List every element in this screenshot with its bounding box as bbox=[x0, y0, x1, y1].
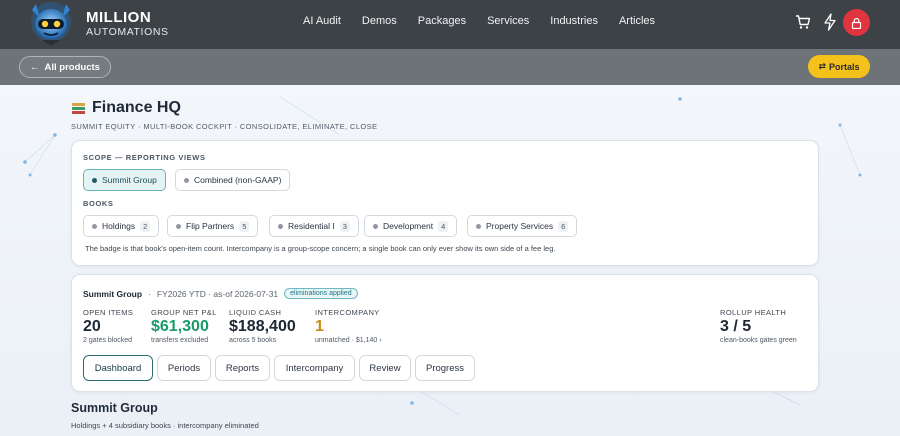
book-dot-icon bbox=[373, 223, 378, 229]
nav-link-demos[interactable]: Demos bbox=[362, 15, 397, 27]
nav-link-ai-audit[interactable]: AI Audit bbox=[303, 15, 341, 27]
top-navbar: MILLION AUTOMATIONS AI Audit Demos Packa… bbox=[0, 0, 900, 49]
lock-button[interactable] bbox=[843, 9, 870, 36]
book-count-badge: 2 bbox=[140, 220, 151, 232]
book-count-badge: 6 bbox=[558, 220, 569, 232]
section-subtitle: Holdings + 4 subsidiary books · intercom… bbox=[71, 421, 259, 430]
tab-intercompany[interactable]: Intercompany bbox=[274, 355, 355, 381]
section-title: Summit Group bbox=[71, 401, 158, 415]
kpi-rollup-health: ROLLUP HEALTH 3 / 5 clean-books gates gr… bbox=[720, 308, 797, 344]
page-title-text: Finance HQ bbox=[92, 99, 181, 116]
summary-period: FY2026 YTD · as-of 2026-07-31 bbox=[156, 288, 279, 299]
summary-header: Summit Group · FY2026 YTD · as-of 2026-0… bbox=[83, 288, 358, 299]
kpi-label: ROLLUP HEALTH bbox=[720, 308, 787, 317]
book-dot-icon bbox=[92, 223, 97, 229]
eliminations-badge: eliminations applied bbox=[284, 288, 358, 299]
swap-arrows-icon: ⇄ bbox=[818, 61, 827, 71]
kpi-label: INTERCOMPANY bbox=[315, 308, 380, 317]
scope-note: The badge is that book's open-item count… bbox=[85, 244, 556, 253]
cart-icon[interactable] bbox=[795, 14, 811, 30]
book-dot-icon bbox=[476, 223, 481, 229]
kpi-open-items: OPEN ITEMS 20 2 gates blocked bbox=[83, 308, 133, 344]
book-label: Holdings bbox=[102, 221, 136, 231]
tab-periods[interactable]: Periods bbox=[157, 355, 211, 381]
kpi-value: 1 bbox=[315, 318, 324, 335]
page-content: Finance HQ SUMMIT EQUITY · MULTI-BOOK CO… bbox=[0, 85, 900, 436]
kpi-value: 20 bbox=[83, 318, 101, 335]
kpi-label: LIQUID CASH bbox=[229, 308, 282, 317]
view-label: Summit Group bbox=[102, 175, 157, 185]
kpi-value: $61,300 bbox=[151, 318, 209, 335]
view-dot-icon bbox=[184, 177, 189, 183]
book-residential-i[interactable]: Residential I 3 bbox=[269, 215, 359, 237]
view-dot-icon bbox=[92, 177, 97, 183]
arrow-left-icon: ← bbox=[30, 61, 40, 73]
nav-link-packages[interactable]: Packages bbox=[418, 15, 466, 27]
all-products-button[interactable]: ← All products bbox=[19, 56, 111, 78]
nav-link-articles[interactable]: Articles bbox=[619, 15, 655, 27]
kpi-sub: transfers excluded bbox=[151, 337, 209, 344]
kpi-intercompany[interactable]: INTERCOMPANY 1 unmatched · $1,140 › bbox=[315, 308, 382, 344]
kpi-sub: clean-books gates green bbox=[720, 337, 797, 344]
summary-card: Summit Group · FY2026 YTD · as-of 2026-0… bbox=[71, 274, 819, 392]
tab-review[interactable]: Review bbox=[359, 355, 411, 381]
book-dot-icon bbox=[176, 223, 181, 229]
tab-progress[interactable]: Progress bbox=[415, 355, 475, 381]
view-summit-group[interactable]: Summit Group bbox=[83, 169, 166, 191]
page-title: Finance HQ bbox=[71, 99, 181, 117]
lock-icon bbox=[851, 17, 862, 29]
nav-link-industries[interactable]: Industries bbox=[550, 15, 598, 27]
kpi-sub: across 5 books bbox=[229, 337, 277, 344]
book-property-services[interactable]: Property Services 6 bbox=[467, 215, 578, 237]
summary-separator: · bbox=[148, 288, 151, 299]
books-icon bbox=[72, 102, 85, 114]
brand-wordmark[interactable]: MILLION AUTOMATIONS bbox=[86, 10, 169, 38]
tab-reports[interactable]: Reports bbox=[215, 355, 270, 381]
kpi-sub: unmatched · $1,140 › bbox=[315, 337, 382, 344]
bolt-icon[interactable] bbox=[823, 13, 837, 31]
page-subtitle: SUMMIT EQUITY · MULTI-BOOK COCKPIT · CON… bbox=[71, 122, 378, 131]
tab-dashboard[interactable]: Dashboard bbox=[83, 355, 153, 381]
nav-link-services[interactable]: Services bbox=[487, 15, 529, 27]
book-holdings[interactable]: Holdings 2 bbox=[83, 215, 160, 237]
book-label: Property Services bbox=[486, 221, 554, 231]
kpi-label: OPEN ITEMS bbox=[83, 308, 134, 317]
portals-label: Portals bbox=[829, 61, 860, 72]
kpi-value: 3 / 5 bbox=[720, 318, 752, 335]
kpi-value: $188,400 bbox=[229, 318, 296, 335]
kpi-group-net-pl: GROUP NET P&L $61,300 transfers excluded bbox=[151, 308, 217, 344]
portals-button[interactable]: ⇄ Portals bbox=[808, 55, 870, 78]
robot-logo-icon[interactable] bbox=[22, 0, 80, 49]
book-count-badge: 3 bbox=[339, 220, 350, 232]
book-count-badge: 4 bbox=[438, 220, 449, 232]
kpi-label: GROUP NET P&L bbox=[151, 308, 217, 317]
book-development[interactable]: Development 4 bbox=[364, 215, 458, 237]
scope-label: SCOPE — REPORTING VIEWS bbox=[83, 153, 206, 162]
kpi-sub: 2 gates blocked bbox=[83, 337, 133, 344]
book-dot-icon bbox=[278, 223, 283, 229]
book-label: Residential I bbox=[288, 221, 335, 231]
book-label: Development bbox=[383, 221, 434, 231]
brand-line-2: AUTOMATIONS bbox=[86, 26, 169, 38]
book-flip-partners[interactable]: Flip Partners 5 bbox=[167, 215, 259, 237]
book-label: Flip Partners bbox=[186, 221, 235, 231]
scope-card: SCOPE — REPORTING VIEWS Summit Group Com… bbox=[71, 140, 819, 266]
summary-entity: Summit Group bbox=[83, 288, 143, 299]
book-count-badge: 5 bbox=[239, 220, 250, 232]
view-combined[interactable]: Combined (non-GAAP) bbox=[175, 169, 291, 191]
sub-toolbar: ← All products ⇄ Portals bbox=[0, 49, 900, 85]
view-label: Combined (non-GAAP) bbox=[194, 175, 282, 185]
kpi-liquid-cash: LIQUID CASH $188,400 across 5 books bbox=[229, 308, 296, 344]
books-label: BOOKS bbox=[83, 199, 114, 208]
main-nav: AI Audit Demos Packages Services Industr… bbox=[303, 15, 676, 27]
all-products-label: All products bbox=[44, 61, 100, 73]
brand-line-1: MILLION bbox=[86, 9, 152, 26]
